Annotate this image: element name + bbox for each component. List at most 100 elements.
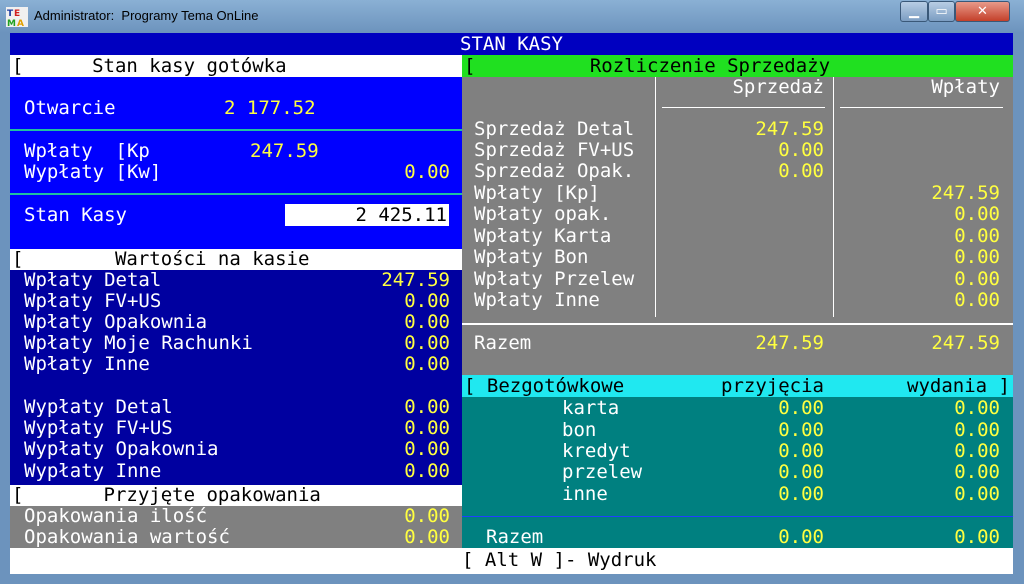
packaging-row-value: 0.00: [404, 505, 450, 527]
cash-panel: Otwarcie 2 177.52 Wpłaty [Kp 247.59 Wypł…: [10, 77, 462, 249]
cash-section-title: [ Stan kasy gotówka ]: [12, 55, 516, 77]
values-row-value: 247.59: [381, 269, 450, 291]
values-row-label: Wpłaty Opakownia: [24, 311, 208, 333]
opening-label: Otwarcie: [24, 97, 116, 119]
window-frame-right: [1013, 33, 1024, 584]
footer-bar: [ Alt W ]- Wydruk: [10, 548, 1013, 574]
opening-value: 2 177.52: [224, 97, 316, 119]
noncash-column-out: wydania ]: [907, 375, 1010, 397]
packaging-section-title: [ Przyjęte opakowania ]: [12, 484, 516, 506]
settlement-row-label: Wpłaty Przelew: [474, 268, 635, 290]
noncash-total-out: 0.00: [954, 526, 1000, 548]
values-row-value: 0.00: [404, 332, 450, 354]
packaging-section-header: [ Przyjęte opakowania ]: [10, 485, 515, 506]
values-section-header: [ Wartości na kasie ]: [10, 249, 515, 270]
noncash-total-label: Razem: [486, 526, 544, 548]
settlement-row-label: Sprzedaż Detal: [474, 118, 635, 140]
column-divider: [833, 77, 834, 317]
close-icon: ✕: [977, 4, 988, 19]
noncash-row-out: 0.00: [954, 483, 1000, 505]
noncash-section-header: [ Bezgotówkowe przyjęcia wydania ]: [462, 375, 1013, 397]
noncash-row-in: 0.00: [778, 440, 824, 462]
settlement-row-payments: 0.00: [954, 289, 1000, 311]
noncash-row-label: kredyt: [562, 440, 631, 462]
withdrawals-value: 0.00: [404, 161, 450, 183]
print-shortcut-hint[interactable]: [ Alt W ]- Wydruk: [462, 550, 656, 571]
settlement-row-sales: 247.59: [755, 118, 824, 140]
settlement-row-label: Sprzedaż FV+US: [474, 139, 635, 161]
window-title: Administrator: Programy Tema OnLine: [34, 8, 259, 23]
close-button[interactable]: ✕: [955, 1, 1010, 22]
noncash-row-label: inne: [562, 483, 608, 505]
settlement-row-payments: 0.00: [954, 203, 1000, 225]
app-icon: T E M A: [6, 7, 28, 29]
values-section-title: [ Wartości na kasie ]: [12, 248, 516, 270]
values-row-value: 0.00: [404, 353, 450, 375]
underline: [840, 107, 1003, 108]
page-title: STAN KASY: [460, 33, 563, 55]
minimize-button[interactable]: ▁: [900, 1, 928, 22]
settlement-header-bg: [ Rozliczenie Sprzedaży ]: [462, 55, 1013, 77]
settlement-row-sales: 0.00: [778, 139, 824, 161]
svg-text:E: E: [14, 9, 20, 19]
settlement-panel: Sprzedaż Wpłaty Sprzedaż Detal 247.59 Sp…: [462, 77, 1013, 375]
svg-text:A: A: [17, 19, 24, 27]
divider: [462, 516, 1013, 517]
packaging-row-label: Opakowania wartość: [24, 526, 230, 548]
maximize-icon: ▭: [935, 4, 948, 19]
packaging-row-value: 0.00: [404, 526, 450, 548]
settlement-row-payments: 0.00: [954, 225, 1000, 247]
divider: [10, 129, 462, 131]
values-panel: Wpłaty Detal 247.59 Wpłaty FV+US 0.00 Wp…: [10, 270, 462, 485]
column-header-sales: Sprzedaż: [732, 76, 824, 98]
noncash-total-in: 0.00: [778, 526, 824, 548]
settlement-row-payments: 247.59: [931, 182, 1000, 204]
values-row-label: Wpłaty Inne: [24, 353, 150, 375]
settlement-row-label: Wpłaty Bon: [474, 246, 589, 268]
settlement-row-label: Wpłaty Karta: [474, 225, 612, 247]
noncash-row-out: 0.00: [954, 397, 1000, 419]
settlement-row-label: Sprzedaż Opak.: [474, 160, 635, 182]
noncash-row-in: 0.00: [778, 397, 824, 419]
cash-balance-label: Stan Kasy: [24, 204, 127, 226]
noncash-row-label: przelew: [562, 461, 643, 483]
packaging-row-label: Opakowania ilość: [24, 505, 208, 527]
deposits-label: Wpłaty [Kp: [24, 140, 150, 162]
noncash-column-in: przyjęcia: [721, 375, 824, 397]
header-bar: STAN KASY: [10, 33, 1013, 55]
values-row-value: 0.00: [404, 396, 450, 418]
noncash-row-label: bon: [562, 419, 597, 441]
values-row-label: Wpłaty FV+US: [24, 290, 162, 312]
svg-text:T: T: [7, 9, 14, 19]
window-frame-left: [0, 33, 10, 584]
divider: [10, 193, 462, 195]
settlement-section-header: [ Rozliczenie Sprzedaży ]: [462, 55, 1013, 77]
settlement-total-sales: 247.59: [755, 332, 824, 354]
settlement-row-label: Wpłaty [Kp]: [474, 182, 600, 204]
noncash-row-out: 0.00: [954, 461, 1000, 483]
settlement-row-label: Wpłaty opak.: [474, 203, 612, 225]
values-row-label: Wpłaty Detal: [24, 269, 162, 291]
settlement-row-payments: 0.00: [954, 246, 1000, 268]
settlement-row-payments: 0.00: [954, 268, 1000, 290]
window-frame-bottom: [0, 574, 1024, 584]
values-row-label: Wypłaty Detal: [24, 396, 173, 418]
settlement-total-payments: 247.59: [931, 332, 1000, 354]
divider: [462, 323, 1013, 325]
values-row-value: 0.00: [404, 417, 450, 439]
settlement-row-label: Wpłaty Inne: [474, 289, 600, 311]
values-row-value: 0.00: [404, 290, 450, 312]
maximize-button[interactable]: ▭: [928, 1, 955, 22]
deposits-value: 247.59: [250, 140, 319, 162]
underline: [662, 107, 825, 108]
noncash-panel: karta 0.00 0.00 bon 0.00 0.00 kredyt 0.0…: [462, 397, 1013, 548]
noncash-section-title: [ Bezgotówkowe: [464, 375, 625, 397]
values-row-label: Wypłaty Opakownia: [24, 438, 219, 460]
cash-balance-field[interactable]: 2 425.11: [285, 204, 449, 226]
settlement-total-label: Razem: [474, 332, 532, 354]
values-row-label: Wypłaty FV+US: [24, 417, 173, 439]
noncash-row-in: 0.00: [778, 483, 824, 505]
minimize-icon: ▁: [909, 4, 919, 19]
cash-section-header: [ Stan kasy gotówka ]: [10, 55, 515, 77]
values-row-value: 0.00: [404, 438, 450, 460]
